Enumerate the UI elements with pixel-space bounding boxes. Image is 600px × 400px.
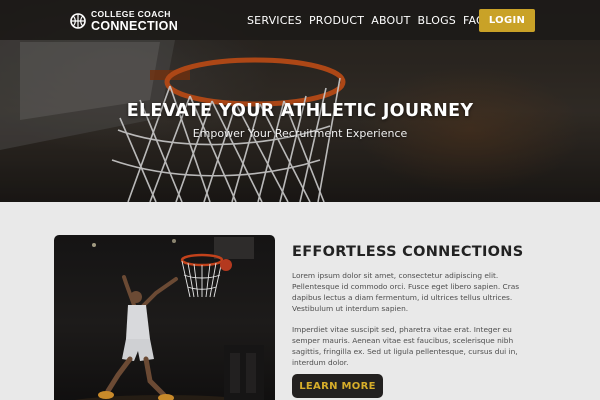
- nav-link-about[interactable]: ABOUT: [371, 14, 410, 27]
- hero-banner: COLLEGE COACH CONNECTION SERVICES PRODUC…: [0, 0, 600, 202]
- brand-name-line1: COLLEGE COACH: [91, 9, 171, 19]
- top-navigation-bar: COLLEGE COACH CONNECTION SERVICES PRODUC…: [0, 0, 600, 40]
- login-button[interactable]: LOGIN: [479, 9, 535, 32]
- hero-title: ELEVATE YOUR ATHLETIC JOURNEY: [126, 101, 474, 121]
- basketball-icon: [70, 13, 86, 29]
- feature-player-dunk-image: [54, 235, 275, 400]
- learn-more-button[interactable]: LEARN MORE: [292, 374, 383, 398]
- nav-link-product[interactable]: PRODUCT: [309, 14, 364, 27]
- feature-paragraph-1: Lorem ipsum dolor sit amet, consectetur …: [292, 271, 520, 313]
- hero-subtitle: Empower Your Recruitment Experience: [192, 127, 408, 140]
- feature-title: EFFORTLESS CONNECTIONS: [292, 244, 524, 260]
- main-nav: SERVICES PRODUCT ABOUT BLOGS FAQ'S: [247, 0, 502, 40]
- nav-link-blogs[interactable]: BLOGS: [418, 14, 456, 27]
- feature-paragraph-2: Imperdiet vitae suscipit sed, pharetra v…: [292, 325, 518, 367]
- nav-link-services[interactable]: SERVICES: [247, 14, 302, 27]
- brand-logo[interactable]: COLLEGE COACH CONNECTION: [70, 9, 178, 33]
- brand-name-line2: CONNECTION: [91, 18, 179, 33]
